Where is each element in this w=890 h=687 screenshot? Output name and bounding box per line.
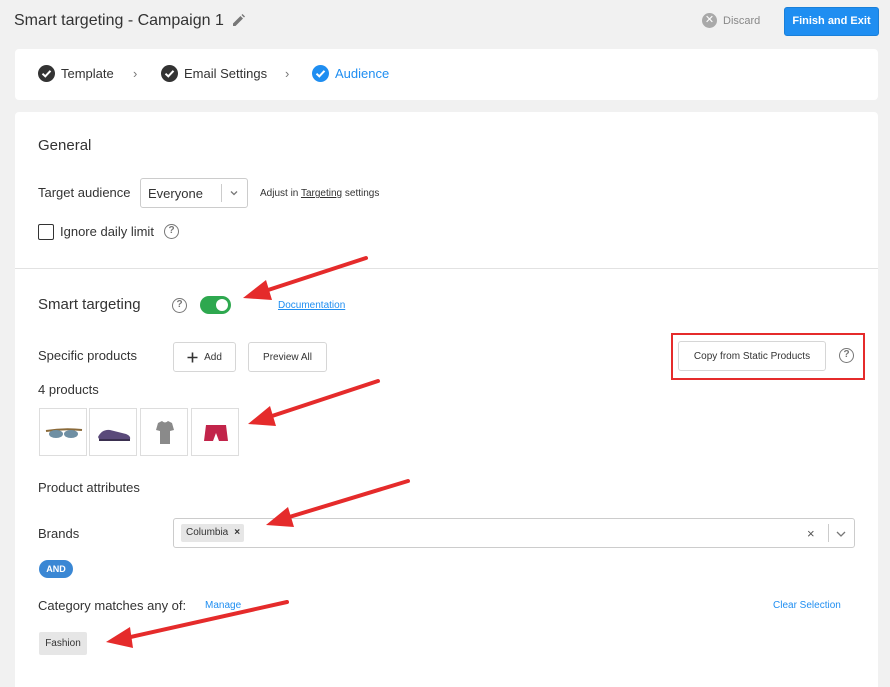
annotation-arrows [106, 256, 410, 648]
